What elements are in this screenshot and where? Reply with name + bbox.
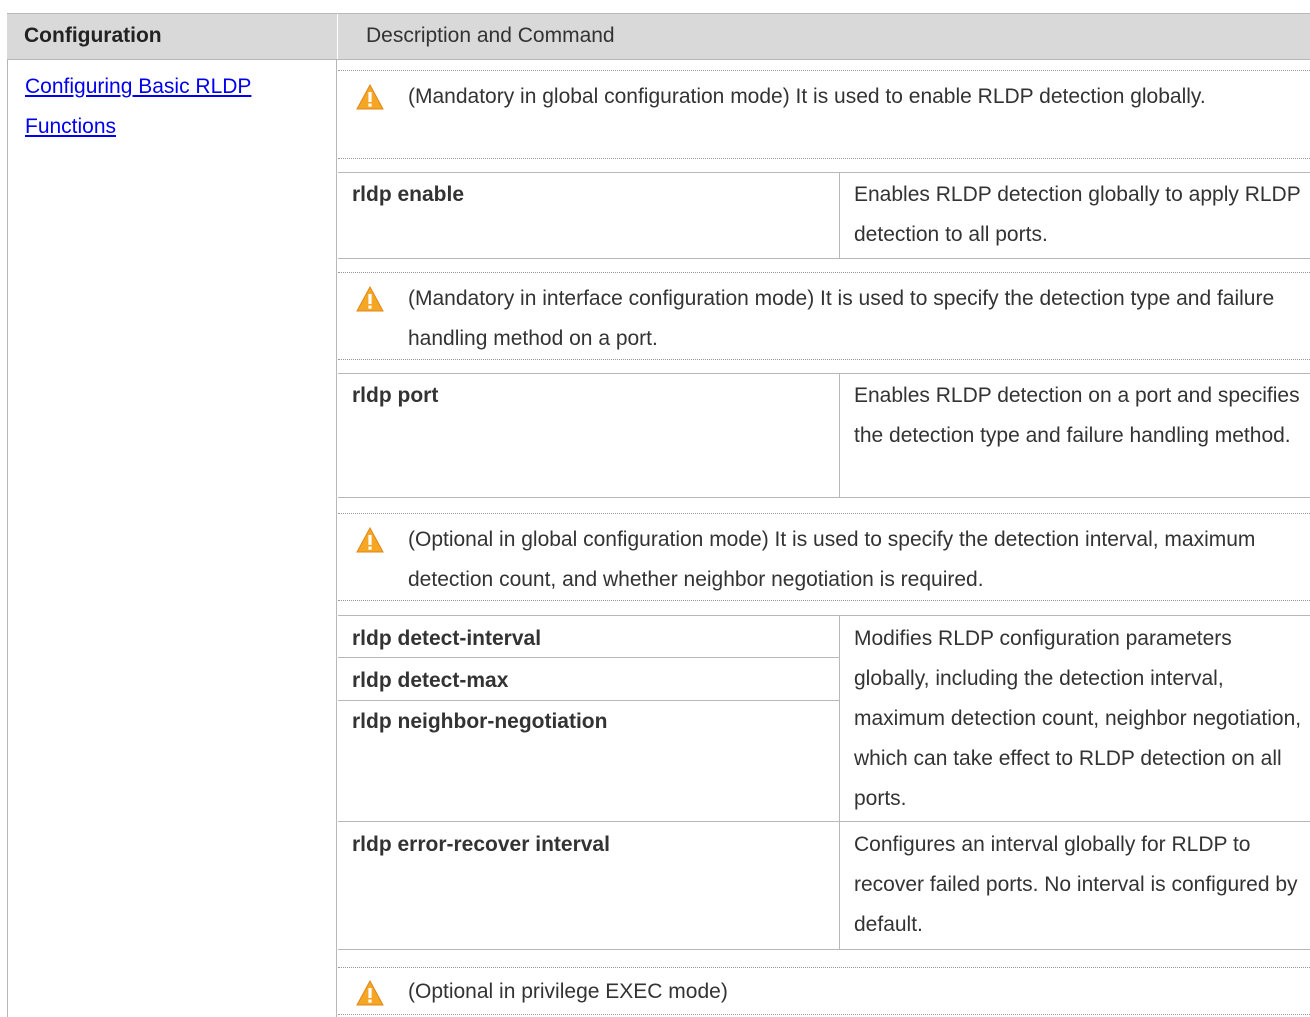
note-row: (Mandatory in global configuration mode)… bbox=[338, 70, 1310, 159]
command-name: rldp enable bbox=[352, 183, 465, 206]
command-name: rldp error-recover interval bbox=[352, 833, 610, 856]
command-row: rldp enable Enables RLDP detection globa… bbox=[338, 172, 1310, 259]
note-text: (Mandatory in interface configuration mo… bbox=[408, 287, 1275, 350]
column-divider bbox=[839, 616, 840, 821]
command-description: Configures an interval globally for RLDP… bbox=[854, 833, 1298, 936]
column-divider bbox=[839, 822, 840, 949]
command-row: rldp error-recover interval Configures a… bbox=[338, 822, 1310, 950]
note-row: (Optional in global configuration mode) … bbox=[338, 513, 1310, 601]
header-description: Description and Command bbox=[366, 24, 615, 47]
command-description: Enables RLDP detection on a port and spe… bbox=[854, 384, 1300, 447]
config-table: Configuration Description and Command Co… bbox=[0, 0, 1310, 1017]
note-text: (Mandatory in global configuration mode)… bbox=[408, 85, 1206, 108]
header-configuration: Configuration bbox=[24, 24, 162, 47]
command-name: rldp detect-interval bbox=[352, 627, 542, 650]
column-divider bbox=[839, 173, 840, 258]
note-text: (Optional in global configuration mode) … bbox=[408, 528, 1256, 591]
command-name: rldp detect-max bbox=[352, 669, 509, 692]
column-divider bbox=[839, 374, 840, 497]
configuration-column: Configuring Basic RLDP Functions bbox=[7, 59, 337, 1017]
table-header: Configuration Description and Command bbox=[7, 13, 1310, 60]
command-description: Modifies RLDP configuration parameters g… bbox=[854, 627, 1302, 810]
command-name: rldp neighbor-negotiation bbox=[352, 710, 608, 733]
command-description: Enables RLDP detection globally to apply… bbox=[854, 183, 1301, 246]
warning-icon bbox=[356, 286, 384, 312]
configuring-basic-rldp-link[interactable]: Configuring Basic RLDP Functions bbox=[25, 67, 325, 147]
note-text: (Optional in privilege EXEC mode) bbox=[408, 980, 728, 1003]
command-row: rldp detect-interval rldp detect-max rld… bbox=[338, 615, 1310, 822]
note-row: (Optional in privilege EXEC mode) bbox=[338, 967, 1310, 1015]
row-divider bbox=[338, 657, 839, 658]
warning-icon bbox=[356, 527, 384, 553]
warning-icon bbox=[356, 980, 384, 1006]
row-divider bbox=[338, 700, 839, 701]
command-row: rldp port Enables RLDP detection on a po… bbox=[338, 373, 1310, 498]
warning-icon bbox=[356, 84, 384, 110]
header-divider bbox=[337, 14, 338, 59]
note-row: (Mandatory in interface configuration mo… bbox=[338, 272, 1310, 360]
command-name: rldp port bbox=[352, 384, 439, 407]
